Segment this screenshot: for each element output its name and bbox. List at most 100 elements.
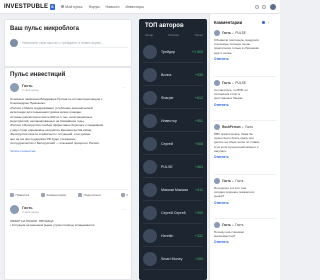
author-score: +508 [194, 141, 203, 146]
comment-text: Согласитесь, по ВТБ, их положения стоят … [214, 88, 278, 101]
avatar[interactable] [214, 222, 220, 228]
comment-item: RockPerson ▸ Гость ПВК практические, быва … [214, 124, 278, 159]
author-name: Сергей [161, 141, 173, 146]
avatar [143, 159, 157, 174]
column-pulse[interactable]: Пульс [195, 33, 203, 37]
share-label: Поделиться [83, 193, 101, 197]
more-options-icon[interactable]: ... [123, 206, 126, 211]
comment-item: Гость ▸ PULSE Согласитесь, по ВТБ, их поло… [214, 80, 278, 107]
avatar[interactable] [214, 124, 220, 130]
arrow-right-icon: ▸ [232, 223, 234, 227]
author-score: +612 [194, 95, 203, 100]
divider [214, 120, 276, 121]
avatar[interactable] [214, 30, 220, 36]
author-name: Sharpie [161, 95, 174, 100]
reply-button[interactable]: Ответить [214, 155, 278, 159]
views-count: 0 [120, 193, 128, 197]
post-text: ОБЗОР НА РЫНОК: ПЯТНИЦА • Ситуация на вн… [10, 219, 128, 228]
author-row[interactable]: Sharpie +612 [143, 87, 203, 109]
avatar [143, 228, 157, 243]
reply-button[interactable]: Ответить [214, 57, 278, 61]
author-score: +390 [194, 210, 203, 215]
post-line: • Ситуация на внешнем рынке утром пятниц… [10, 223, 95, 228]
comment-target[interactable]: Гость [245, 125, 253, 129]
comment-line: иностранных банках. [214, 96, 244, 101]
author-row[interactable]: Сергей +508 [143, 133, 203, 155]
avatar [10, 39, 18, 47]
microblog-input[interactable]: Напишите свои мысли о трейдинге и инвест… [20, 39, 128, 48]
post-actions: Нравится Комментарии Поделиться 0 [10, 189, 128, 197]
divider [214, 174, 276, 175]
chevron-right-icon[interactable]: › [268, 20, 269, 25]
share-icon [78, 193, 83, 197]
feed-title: Пульс инвестиций [10, 72, 66, 78]
comments-button[interactable]: Комментарии [41, 193, 66, 197]
avatar [143, 90, 157, 105]
search-icon[interactable] [255, 4, 259, 9]
nav-item-news[interactable]: Новости [106, 5, 120, 9]
share-button[interactable]: Поделиться [78, 193, 101, 197]
eye-icon [120, 193, 125, 197]
author-name: Smart Money [161, 256, 183, 261]
column-author: Автор [145, 33, 154, 37]
arrow-right-icon: ▸ [232, 81, 234, 85]
comment-author[interactable]: Гость [222, 223, 231, 227]
main-nav: Мой пульс Форум Новости Инвесторы [60, 5, 150, 9]
avatar[interactable] [10, 83, 19, 92]
site-logo[interactable]: INVESTPUBLE 8 [0, 3, 55, 10]
author-row[interactable]: Трейдер +1 500 [143, 41, 203, 63]
comment-text: ПВК практические, быва бы нужно было бра… [214, 132, 278, 153]
author-score: +284 [194, 256, 203, 261]
comment-line: закупать. [214, 148, 227, 153]
user-avatar[interactable] [270, 3, 276, 10]
avatar [143, 44, 157, 59]
post-header: Гость 3 часа назад [10, 205, 39, 214]
avatar[interactable] [214, 178, 220, 184]
column-rating[interactable]: Рейтинг [168, 33, 179, 37]
read-more-link[interactable]: Читать полностью [10, 149, 35, 153]
reply-button[interactable]: Ответить [214, 240, 278, 244]
live-indicator-icon [262, 21, 265, 24]
avatar [143, 113, 157, 128]
avatar[interactable] [214, 80, 220, 86]
like-button[interactable]: Нравится [10, 193, 29, 197]
reply-button[interactable]: Ответить [214, 103, 278, 107]
microblog-title: Ваш пульс микроблога [10, 26, 79, 32]
author-row[interactable]: Сергей Сергей +390 [143, 202, 203, 224]
avatar[interactable] [10, 205, 19, 214]
author-row[interactable]: Smart Money +284 [143, 248, 203, 270]
comment-line: ещё и сетам. [214, 50, 233, 55]
post-text: Основные заявления Владимира Путина по и… [10, 97, 128, 145]
nav-item-investors[interactable]: Инвесторы [125, 5, 143, 9]
comments-panel: Комментарии › Гость ▸ PULSE Объявили повто… [209, 14, 280, 280]
comment-target[interactable]: Гость [235, 179, 243, 183]
author-name: Henrikh [161, 233, 174, 238]
comment-icon [41, 193, 46, 197]
notification-icon[interactable] [262, 4, 266, 9]
reply-button[interactable]: Ответить [214, 201, 278, 205]
divider [214, 218, 276, 219]
comment-target[interactable]: PULSE [235, 31, 245, 35]
comments-title: Комментарии [214, 20, 243, 25]
author-row[interactable]: PULSE +463 [143, 156, 203, 178]
comment-target[interactable]: PULSE [235, 81, 245, 85]
comment-target[interactable]: Гость [235, 223, 243, 227]
logo-text: INVESTPUBLE [4, 3, 49, 10]
more-options-icon[interactable]: ... [123, 84, 126, 89]
nav-item-forum[interactable]: Форум [89, 5, 100, 9]
avatar [143, 136, 157, 151]
comment-line: рынка? [214, 194, 225, 199]
comment-author[interactable]: Гость [222, 31, 231, 35]
nav-item-my-pulse[interactable]: Мой пульс [60, 5, 83, 9]
top-navbar: INVESTPUBLE 8 Мой пульс Форум Новости Ин… [0, 0, 280, 14]
comment-text: Интересно а в этот раз, сегодня хорошие … [214, 186, 278, 199]
author-row[interactable]: Максим Максим +411 [143, 179, 203, 201]
comment-line: малоизвестна? [214, 234, 236, 239]
comment-author[interactable]: Гость [222, 179, 231, 183]
author-row[interactable]: Волна +935 [143, 64, 203, 86]
comment-author[interactable]: Гость [222, 81, 231, 85]
heart-icon [10, 193, 14, 197]
comment-author[interactable]: RockPerson [222, 125, 241, 129]
author-row[interactable]: Инвестор +551 [143, 110, 203, 132]
author-row[interactable]: Henrikh +332 [143, 225, 203, 247]
